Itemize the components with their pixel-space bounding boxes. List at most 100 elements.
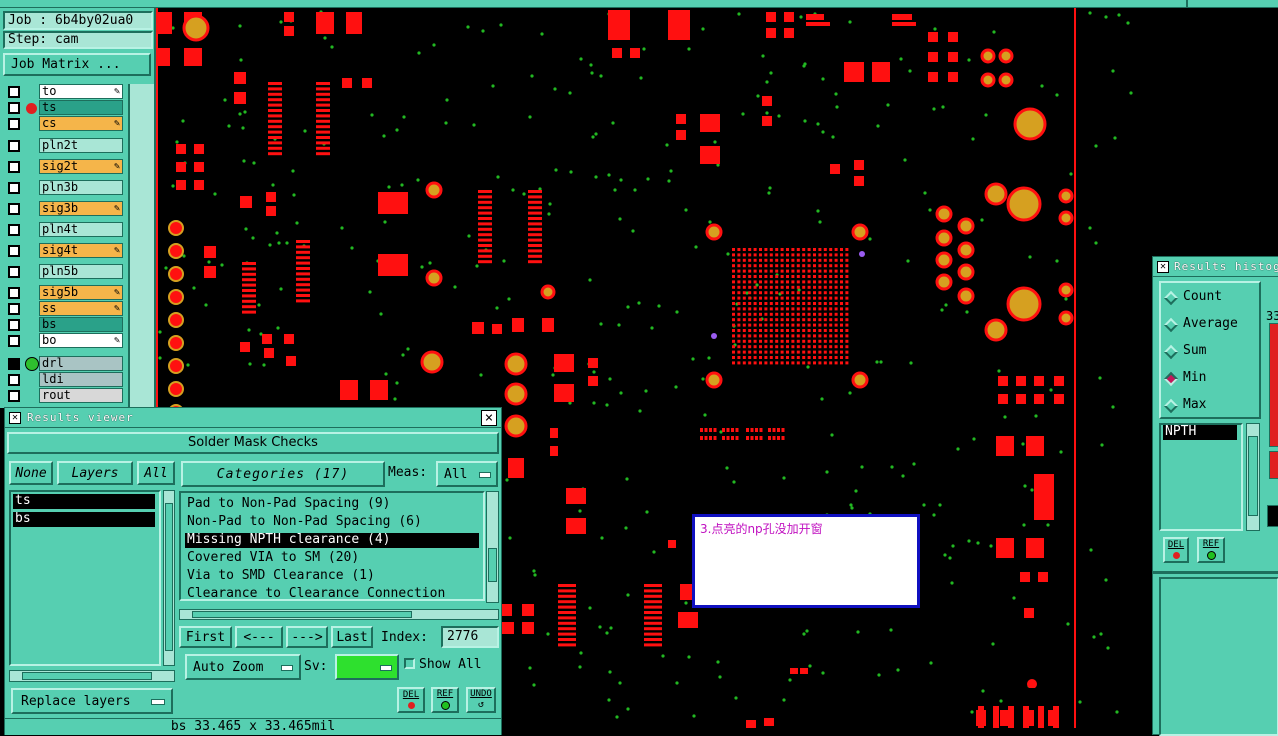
layer-visibility-checkbox[interactable] (8, 203, 20, 215)
layer-visibility-checkbox[interactable] (8, 374, 20, 386)
histogram-del-button[interactable]: DEL (1163, 537, 1189, 563)
show-all-checkbox[interactable] (404, 658, 415, 669)
statistic-radio[interactable] (1163, 317, 1179, 333)
layer-row-to[interactable]: to ✎ (8, 84, 123, 100)
category-item[interactable]: Non-Pad to Non-Pad Spacing (6) (185, 515, 424, 530)
category-list-vscroll[interactable] (486, 491, 499, 603)
category-item[interactable]: Via to SMD Clearance (1) (185, 569, 377, 584)
layer-name[interactable]: pln4t (39, 222, 123, 237)
next-button[interactable]: ---> (286, 626, 328, 648)
scroll-thumb[interactable] (1248, 436, 1258, 516)
layer-visibility-checkbox[interactable] (8, 358, 20, 370)
layer-row-ldi[interactable]: ldi (8, 372, 123, 388)
undo-button[interactable]: UNDO ↺ (466, 687, 496, 713)
category-item[interactable]: Missing NPTH clearance (4) (185, 533, 479, 548)
layer-visibility-checkbox[interactable] (8, 335, 20, 347)
layer-result-item[interactable]: ts (13, 494, 155, 509)
layer-list-vscroll[interactable] (163, 490, 175, 666)
all-button[interactable]: All (137, 461, 175, 485)
del-button[interactable]: DEL (397, 687, 425, 713)
layer-name[interactable]: sig5b ✎ (39, 285, 123, 300)
layer-visibility-checkbox[interactable] (8, 140, 20, 152)
index-input[interactable]: 2776 (441, 626, 499, 648)
statistic-radio[interactable] (1163, 290, 1179, 306)
statistic-option-label[interactable]: Average (1183, 316, 1238, 331)
scroll-thumb[interactable] (192, 611, 412, 618)
layer-name[interactable]: cs ✎ (39, 116, 123, 131)
layer-result-list[interactable]: ts bs (9, 490, 161, 666)
meas-dropdown[interactable]: All (436, 461, 498, 487)
sv-color-dropdown[interactable] (335, 654, 399, 680)
layer-name[interactable]: bs (39, 317, 123, 332)
layer-visibility-checkbox[interactable] (8, 390, 20, 402)
statistic-radio[interactable] (1163, 398, 1179, 414)
histogram-list[interactable]: NPTH (1159, 423, 1243, 531)
replace-layers-dropdown[interactable]: Replace layers (11, 688, 173, 714)
layer-name[interactable]: ss ✎ (39, 301, 123, 316)
layer-row-sig5b[interactable]: sig5b ✎ (8, 285, 123, 301)
layer-visibility-checkbox[interactable] (8, 182, 20, 194)
layer-row-rout[interactable]: rout (8, 388, 123, 404)
layer-name[interactable]: pln5b (39, 264, 123, 279)
histogram-titlebar[interactable]: ✕ Results histogr (1153, 257, 1278, 277)
layer-visibility-checkbox[interactable] (8, 161, 20, 173)
layer-row-drl[interactable]: drl (8, 356, 123, 372)
categories-button[interactable]: Categories (17) (181, 461, 385, 487)
layer-row-pln5b[interactable]: pln5b (8, 264, 123, 280)
scroll-thumb[interactable] (488, 548, 497, 582)
layer-name[interactable]: bo ✎ (39, 333, 123, 348)
layer-row-pln3b[interactable]: pln3b (8, 180, 123, 196)
last-button[interactable]: Last (331, 626, 373, 648)
layer-visibility-checkbox[interactable] (8, 319, 20, 331)
first-button[interactable]: First (179, 626, 232, 648)
histogram-ref-button[interactable]: REF (1197, 537, 1225, 563)
layer-row-ts[interactable]: ts (8, 100, 123, 116)
layer-visibility-checkbox[interactable] (8, 224, 20, 236)
job-matrix-button[interactable]: Job Matrix ... (3, 53, 151, 76)
window-menu-icon[interactable]: ✕ (9, 412, 21, 424)
layer-name[interactable]: pln3b (39, 180, 123, 195)
category-item[interactable]: Covered VIA to SM (20) (185, 551, 361, 566)
category-item[interactable]: Clearance to Clearance Connection (185, 587, 447, 600)
layer-row-sig3b[interactable]: sig3b ✎ (8, 201, 123, 217)
layer-name[interactable]: sig3b ✎ (39, 201, 123, 216)
statistic-option-label[interactable]: Count (1183, 289, 1222, 304)
statistic-option-label[interactable]: Min (1183, 370, 1206, 385)
layer-list-hscroll[interactable] (9, 670, 175, 682)
layer-row-pln2t[interactable]: pln2t (8, 138, 123, 154)
statistic-option-label[interactable]: Sum (1183, 343, 1206, 358)
auto-zoom-dropdown[interactable]: Auto Zoom (185, 654, 301, 680)
layer-list-scrollbar[interactable] (128, 84, 154, 408)
scroll-thumb[interactable] (22, 672, 152, 680)
previous-button[interactable]: <--- (235, 626, 283, 648)
ref-button[interactable]: REF (431, 687, 459, 713)
layer-row-ss[interactable]: ss ✎ (8, 301, 123, 317)
results-viewer-titlebar[interactable]: ✕ Results viewer × (5, 408, 501, 428)
layer-visibility-checkbox[interactable] (8, 118, 20, 130)
layer-name[interactable]: ldi (39, 372, 123, 387)
layer-row-sig4t[interactable]: sig4t ✎ (8, 243, 123, 259)
none-button[interactable]: None (9, 461, 53, 485)
histogram-list-item[interactable]: NPTH (1163, 425, 1237, 440)
layer-visibility-checkbox[interactable] (8, 102, 20, 114)
layer-visibility-checkbox[interactable] (8, 245, 20, 257)
category-item[interactable]: Pad to Non-Pad Spacing (9) (185, 497, 393, 512)
layer-visibility-checkbox[interactable] (8, 287, 20, 299)
close-icon[interactable]: × (481, 410, 497, 426)
scroll-thumb[interactable] (165, 503, 173, 651)
histogram-list-vscroll[interactable] (1246, 423, 1260, 531)
layer-name[interactable]: rout (39, 388, 123, 403)
layer-name[interactable]: sig2t ✎ (39, 159, 123, 174)
layer-row-bs[interactable]: bs (8, 317, 123, 333)
window-menu-icon[interactable]: ✕ (1157, 261, 1169, 273)
layer-name[interactable]: to ✎ (39, 84, 123, 99)
layer-row-cs[interactable]: cs ✎ (8, 116, 123, 132)
layers-button[interactable]: Layers (57, 461, 133, 485)
category-list[interactable]: Pad to Non-Pad Spacing (9) Non-Pad to Non… (179, 491, 485, 601)
layer-row-bo[interactable]: bo ✎ (8, 333, 123, 349)
layer-visibility-checkbox[interactable] (8, 266, 20, 278)
layer-name[interactable]: sig4t ✎ (39, 243, 123, 258)
statistic-radio[interactable] (1163, 344, 1179, 360)
layer-name[interactable]: pln2t (39, 138, 123, 153)
layer-row-pln4t[interactable]: pln4t (8, 222, 123, 238)
